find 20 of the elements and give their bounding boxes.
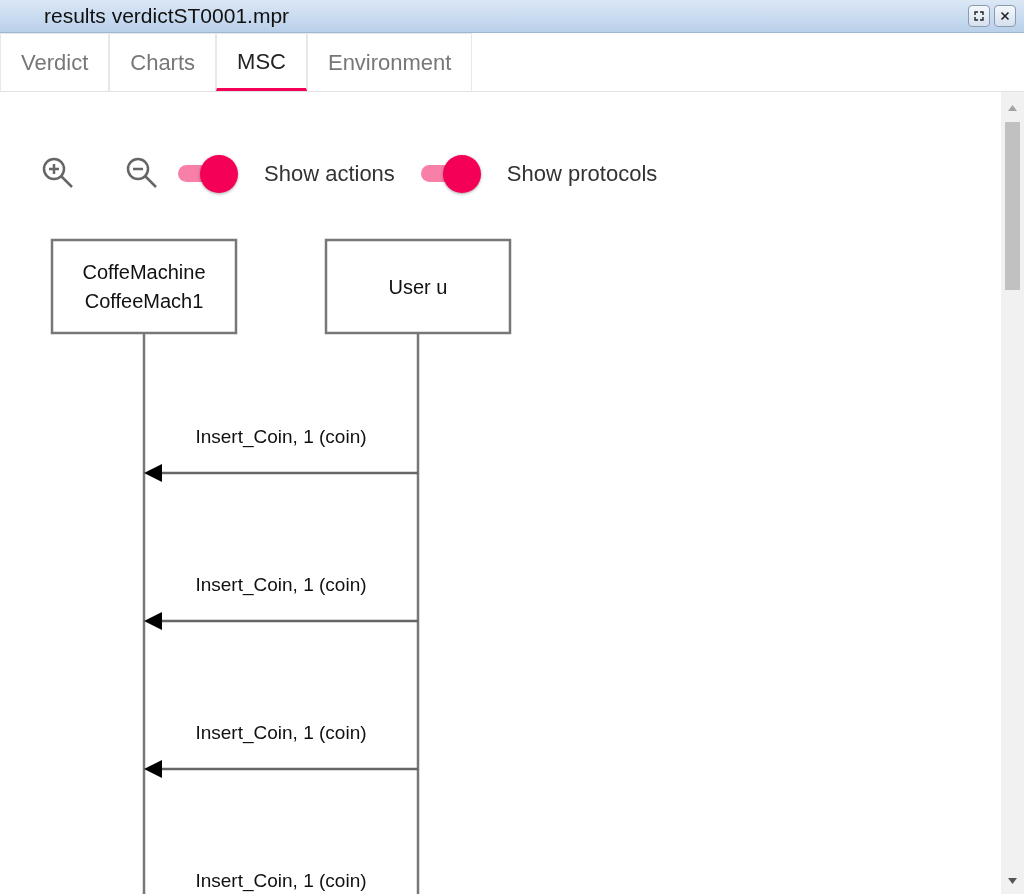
toggle-label: Show protocols bbox=[506, 159, 658, 188]
tab[interactable]: Environment bbox=[306, 33, 473, 91]
lifeline-label: User u bbox=[388, 275, 448, 298]
tab[interactable]: Charts bbox=[109, 33, 217, 91]
restore-button[interactable] bbox=[968, 5, 990, 27]
message-label: Insert_Coin, 1 (coin) bbox=[195, 573, 367, 595]
message-label: Insert_Coin, 1 (coin) bbox=[195, 721, 367, 743]
toggle-label: Show actions bbox=[264, 159, 395, 188]
lifeline-label: CoffeMachine CoffeeMach1 bbox=[82, 260, 206, 312]
message-label: Insert_Coin, 1 (coin) bbox=[195, 869, 367, 891]
toggle-switch[interactable] bbox=[176, 153, 240, 194]
scrollbar-thumb[interactable] bbox=[1005, 122, 1020, 290]
tab[interactable]: Verdict bbox=[0, 33, 110, 91]
scrollbar[interactable] bbox=[1001, 92, 1024, 894]
close-icon bbox=[999, 10, 1011, 22]
window-title: results verdictST0001.mpr bbox=[43, 3, 290, 29]
message-label: Insert_Coin, 1 (coin) bbox=[195, 425, 367, 447]
restore-icon bbox=[973, 10, 985, 22]
close-button[interactable] bbox=[994, 5, 1016, 27]
tab[interactable]: MSC bbox=[216, 33, 307, 91]
